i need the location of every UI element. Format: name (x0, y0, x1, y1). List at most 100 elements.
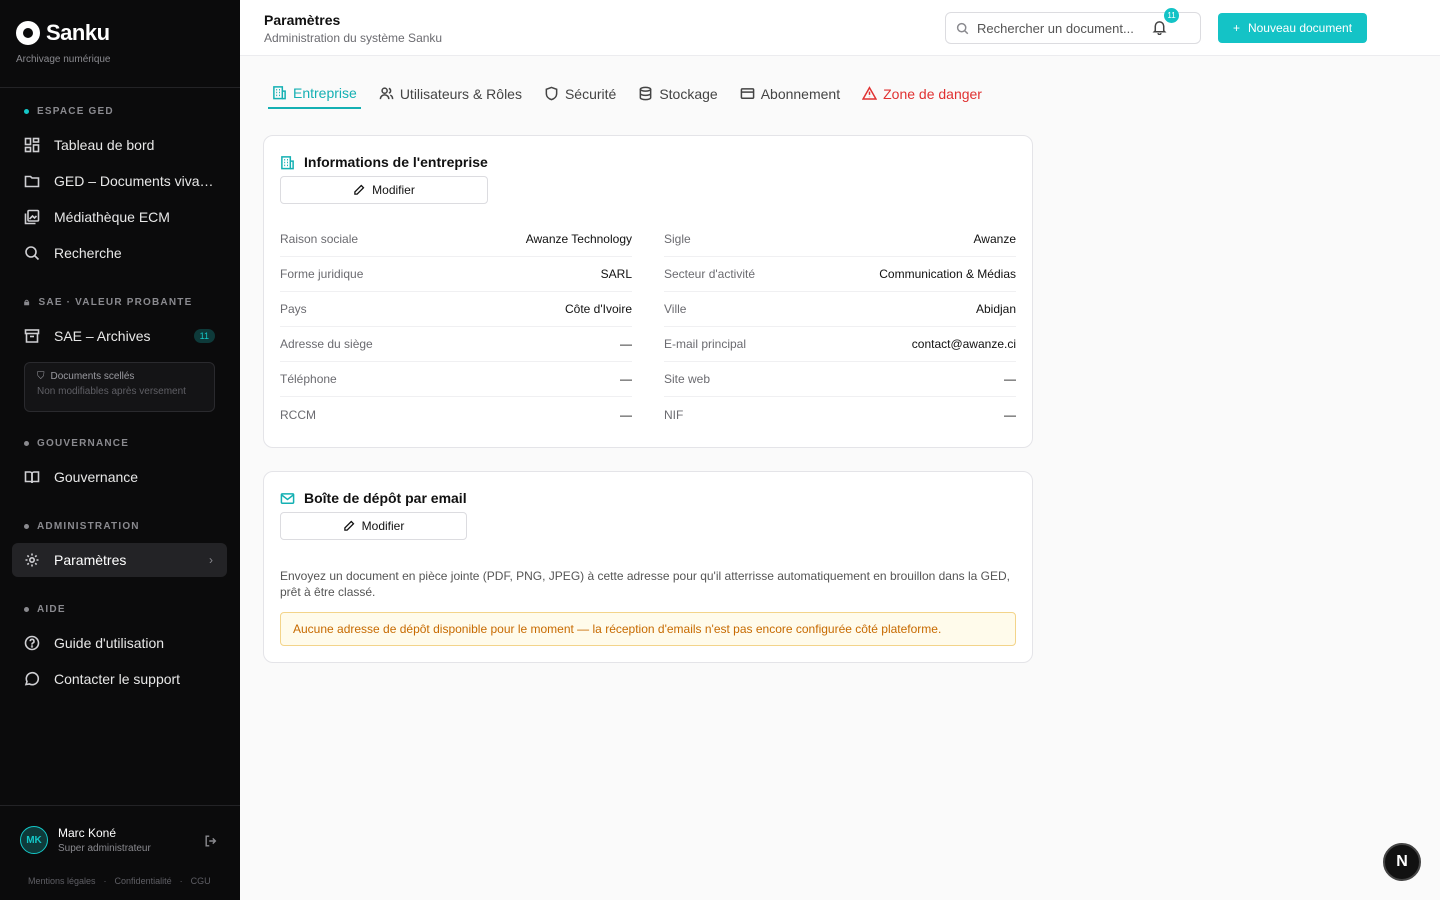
settings-tabs: Entreprise Utilisateurs & Rôles Sécurité… (268, 78, 1000, 110)
pencil-icon (343, 520, 355, 531)
section-dot (24, 441, 29, 446)
field-row: NIF — (664, 397, 1016, 432)
tab-utilisateurs[interactable]: Utilisateurs & Rôles (375, 78, 526, 109)
shield-icon (545, 86, 558, 101)
sidebar-item-label: GED – Documents vivants (54, 173, 214, 189)
sidebar-item-gouvernance[interactable]: Gouvernance (12, 460, 227, 494)
help-icon (24, 635, 40, 651)
field-value: — (1004, 407, 1016, 422)
gear-icon (24, 552, 40, 568)
dropbox-description: Envoyez un document en pièce jointe (PDF… (280, 569, 1011, 599)
field-row: RCCM — (280, 397, 632, 432)
sidebar-item-parametres[interactable]: Paramètres › (12, 543, 227, 577)
section-dot (24, 109, 29, 114)
sanku-logo-icon (16, 21, 40, 45)
tab-stockage[interactable]: Stockage (634, 78, 721, 109)
sidebar-item-mediatheque[interactable]: Médiathèque ECM (12, 200, 227, 234)
company-fields-right: Sigle Awanze Secteur d'activité Communicat… (664, 222, 1016, 432)
field-label: Pays (280, 302, 307, 316)
company-info-card: Informations de l'entreprise Modifier Ra… (263, 135, 1033, 448)
chevron-right-icon: › (209, 553, 213, 567)
tab-label: Abonnement (760, 85, 841, 102)
field-value: Abidjan (975, 302, 1016, 316)
floating-n-button[interactable]: N (1383, 843, 1421, 881)
section-label: AIDE (37, 604, 66, 615)
tab-zone-de-danger[interactable]: Zone de danger (858, 78, 986, 109)
sidebar-item-recherche[interactable]: Recherche (12, 236, 227, 270)
legal-separator: · (179, 876, 183, 886)
archive-icon (24, 328, 40, 344)
section-dot (24, 607, 29, 612)
sidebar-item-dashboard[interactable]: Tableau de bord (12, 128, 227, 162)
tab-label: Entreprise (293, 84, 357, 101)
sealed-documents-info: ⛉ Documents scellés Non modifiables après… (24, 362, 215, 412)
tab-securite[interactable]: Sécurité (540, 78, 620, 109)
section-administration: ADMINISTRATION (24, 521, 140, 532)
field-label: RCCM (280, 407, 316, 422)
section-aide: AIDE (24, 604, 66, 615)
sidebar-divider (0, 87, 240, 88)
plus-icon: + (1232, 21, 1240, 35)
field-value: contact@awanze.ci (911, 337, 1016, 351)
logout-icon[interactable] (204, 834, 218, 853)
users-icon (379, 87, 394, 100)
field-value: — (1004, 372, 1016, 386)
field-label: Forme juridique (280, 267, 364, 281)
section-label: SAE · VALEUR PROBANTE (38, 297, 193, 308)
legal-links: Mentions légales · Confidentialité · CGU (28, 876, 211, 886)
tab-abonnement[interactable]: Abonnement (736, 78, 844, 109)
edit-label: Modifier (361, 519, 405, 533)
bell-icon[interactable] (1152, 20, 1167, 40)
field-label: E-mail principal (664, 337, 747, 351)
field-value: — (620, 372, 632, 386)
field-row: E-mail principal contact@awanze.ci (664, 327, 1016, 362)
company-fields-left: Raison sociale Awanze Technology Forme ju… (280, 222, 632, 432)
card-title: Boîte de dépôt par email (304, 490, 467, 506)
field-label: Téléphone (280, 372, 337, 386)
shield-icon: ⛉ (37, 371, 45, 382)
user-profile[interactable]: MK Marc Koné Super administrateur (20, 826, 151, 854)
brand-name: Sanku (46, 20, 110, 45)
tab-entreprise[interactable]: Entreprise (268, 78, 361, 109)
chat-icon (24, 671, 40, 687)
tab-label: Sécurité (564, 85, 617, 102)
tab-label: Zone de danger (883, 85, 982, 102)
user-name: Marc Koné (58, 826, 117, 840)
field-row: Secteur d'activité Communication & Médias (664, 257, 1016, 292)
card-title: Informations de l'entreprise (304, 154, 488, 170)
field-value: — (620, 337, 632, 351)
sealed-title-row: ⛉ Documents scellés (37, 371, 202, 382)
sidebar-item-label: Gouvernance (54, 469, 139, 485)
field-row: Forme juridique SARL (280, 257, 632, 292)
legal-link-mentions[interactable]: Mentions légales (28, 876, 96, 886)
sidebar-item-ged[interactable]: GED – Documents vivants (12, 164, 227, 198)
brand[interactable]: Sanku (16, 20, 110, 46)
user-role: Super administrateur (58, 843, 151, 854)
sidebar-item-label: Médiathèque ECM (54, 209, 170, 225)
legal-link-cgu[interactable]: CGU (191, 876, 211, 886)
tab-label: Utilisateurs & Rôles (399, 85, 522, 102)
new-document-button[interactable]: + Nouveau document (1218, 13, 1367, 43)
section-dot (24, 524, 29, 529)
section-espace-ged: ESPACE GED (24, 106, 114, 117)
tab-label: Stockage (659, 85, 718, 102)
user-info: Marc Koné Super administrateur (58, 826, 151, 854)
edit-dropbox-button[interactable]: Modifier (280, 512, 467, 540)
section-label: GOUVERNANCE (37, 438, 130, 449)
sidebar-item-guide[interactable]: Guide d'utilisation (12, 626, 227, 660)
sidebar-item-support[interactable]: Contacter le support (12, 662, 227, 696)
edit-company-button[interactable]: Modifier (280, 176, 488, 204)
field-label: Site web (664, 372, 711, 386)
media-icon (24, 209, 40, 225)
sealed-title: Documents scellés (50, 371, 135, 382)
sidebar-divider (0, 805, 240, 806)
edit-label: Modifier (372, 183, 415, 197)
field-label: Adresse du siège (280, 337, 373, 351)
sidebar-item-label: Contacter le support (54, 671, 181, 687)
building-icon (273, 86, 286, 100)
sidebar-item-sae-archives[interactable]: SAE – Archives 11 (12, 319, 227, 353)
legal-link-confidentialite[interactable]: Confidentialité (115, 876, 172, 886)
field-value: — (620, 407, 632, 422)
field-label: Raison sociale (280, 232, 359, 246)
search-icon (956, 22, 969, 34)
